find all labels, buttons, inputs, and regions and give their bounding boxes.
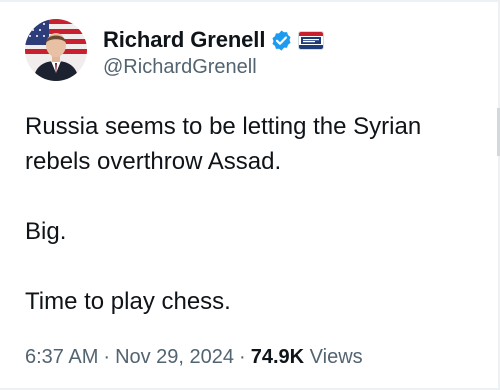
tweet-line: Time to play chess. <box>25 288 231 315</box>
views-label: Views <box>309 346 363 368</box>
tweet-date[interactable]: Nov 29, 2024 <box>115 346 234 368</box>
meta-separator: · <box>103 346 111 368</box>
tweet-card: Richard Grenell @RichardGrenell Russia s… <box>0 0 500 390</box>
card-border-top <box>0 0 500 2</box>
author-name-row: Richard Grenell <box>103 24 325 56</box>
author-handle[interactable]: @RichardGrenell <box>103 56 257 79</box>
tweet-time[interactable]: 6:37 AM <box>25 346 98 368</box>
views-count[interactable]: 74.9K <box>251 346 304 368</box>
verified-badge-icon[interactable] <box>270 29 293 52</box>
tweet-line: Big. <box>25 218 67 245</box>
cpac-affiliation-badge-icon[interactable] <box>298 30 325 50</box>
avatar-image <box>25 19 87 81</box>
tweet-text: Russia seems to be letting the Syrian re… <box>25 109 480 319</box>
author-display-name[interactable]: Richard Grenell <box>103 27 265 53</box>
tweet-line: Russia seems to be letting the Syrian <box>25 113 422 140</box>
meta-separator: · <box>239 346 246 368</box>
tweet-line: rebels overthrow Assad. <box>25 148 282 175</box>
avatar[interactable] <box>25 19 87 81</box>
tweet-meta: 6:37 AM · Nov 29, 2024 · 74.9K Views <box>25 346 363 369</box>
